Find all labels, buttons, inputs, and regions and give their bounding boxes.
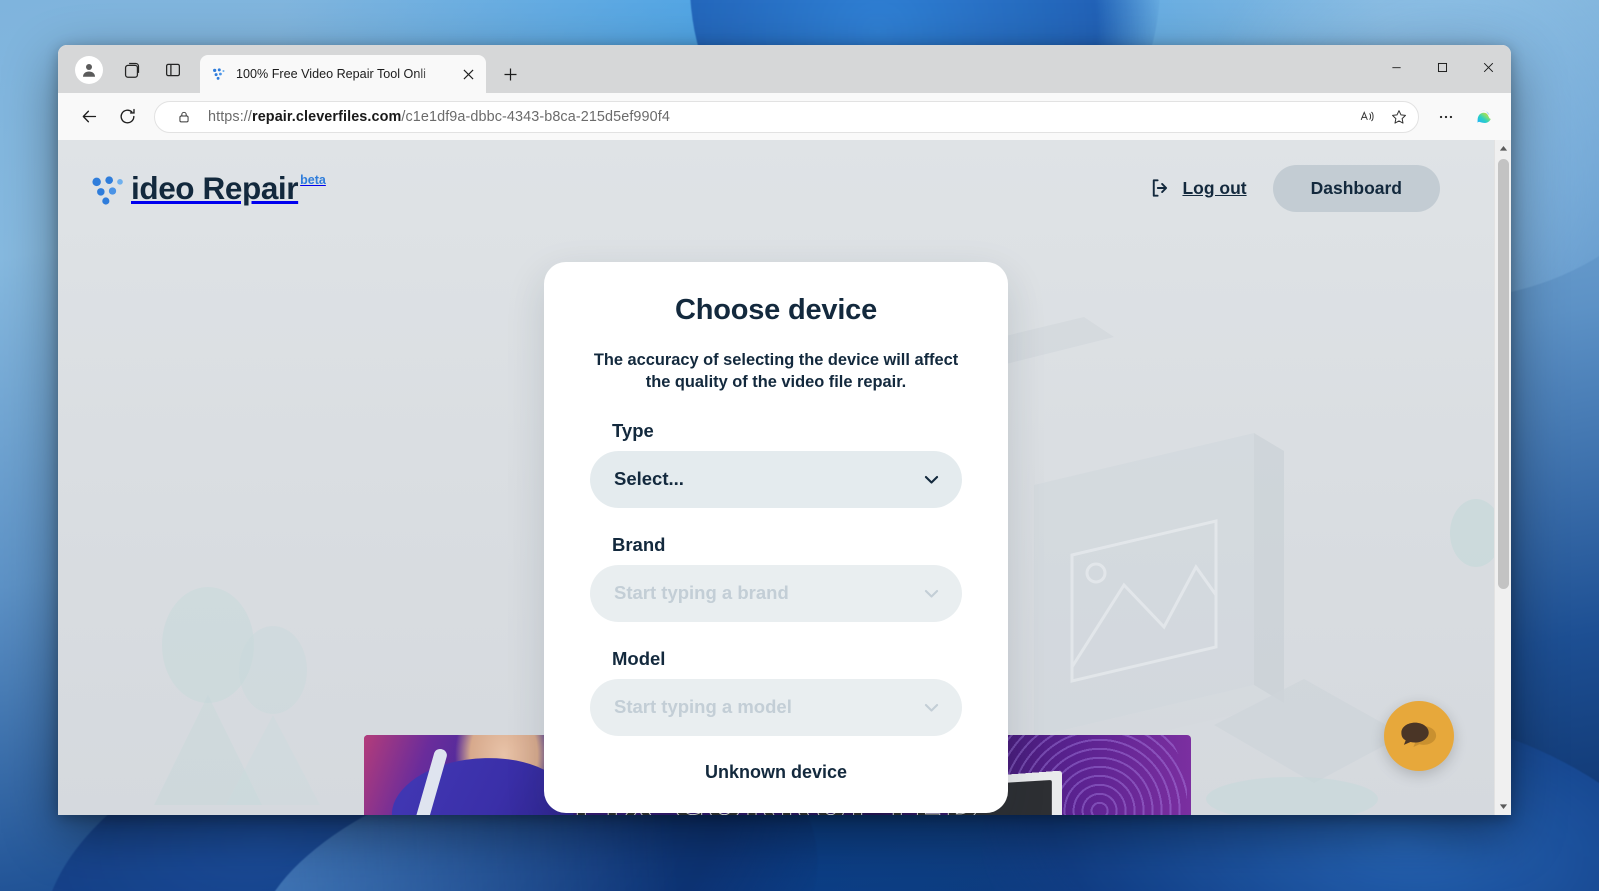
chat-bubbles-icon [1401,722,1437,747]
field-type: Type Select... [590,420,962,508]
plus-icon [504,68,516,80]
window-controls [1373,45,1511,89]
brand-input[interactable]: Start typing a brand [590,564,962,622]
type-select[interactable]: Select... [590,450,962,508]
profile-avatar-button[interactable] [70,51,108,89]
unknown-device-row: Unknown device [590,762,962,813]
copilot-button[interactable] [1467,101,1501,133]
model-input-placeholder: Start typing a model [614,696,792,718]
address-bar[interactable]: https://repair.cleverfiles.com/c1e1df9a-… [154,100,1419,133]
video-repair-v-dots-logo [92,175,123,205]
new-tab-button[interactable] [494,58,526,90]
chevron-down-icon [921,697,942,718]
model-label: Model [612,647,666,669]
video-repair-favicon [213,67,225,80]
site-header: ideo Repair beta Log out Dashboard [58,140,1494,236]
desktop-wallpaper: 100% Free Video Repair Tool Onli https:/… [0,0,1599,891]
chevron-down-icon [921,469,942,490]
close-window-button[interactable] [1465,45,1511,89]
modal-title: Choose device [674,294,878,326]
unknown-device-button[interactable]: Unknown device [705,762,847,783]
scroll-down-button[interactable] [1495,798,1512,815]
model-input[interactable]: Start typing a model [590,678,962,736]
tab-strip: 100% Free Video Repair Tool Onli [58,45,1511,93]
type-label: Type [612,419,654,441]
browser-window: 100% Free Video Repair Tool Onli https:/… [58,45,1511,815]
workspaces-icon [124,62,139,78]
copilot-icon [1477,110,1491,123]
tab-close-icon[interactable] [458,64,478,84]
refresh-icon [120,108,135,124]
browser-settings-menu-button[interactable] [1429,101,1463,133]
logout-icon [1153,179,1168,197]
navigation-toolbar: https://repair.cleverfiles.com/c1e1df9a-… [58,93,1511,140]
maximize-button[interactable] [1419,45,1465,89]
modal-subtitle: The accuracy of selecting the device wil… [593,351,959,392]
brand-label: Brand [612,533,666,555]
site-information-lock-icon[interactable] [169,103,199,131]
ellipsis-icon [1439,115,1453,118]
site-logo-beta-badge: beta [300,172,326,187]
chevron-down-icon [921,583,942,604]
choose-device-modal: Choose device The accuracy of selecting … [544,262,1008,813]
site-logo[interactable]: ideo Repair beta [90,169,326,208]
avatar [75,56,103,84]
site-logo-text: ideo Repair [131,169,299,206]
web-page: ideo Repair beta Log out Dashboard Choos… [58,140,1494,815]
read-aloud-icon[interactable] [1352,103,1382,131]
type-select-value: Select... [614,468,684,490]
scroll-up-button[interactable] [1495,140,1512,157]
split-screen-icon [165,63,181,77]
tab-actions-button[interactable] [154,51,192,89]
logout-link[interactable]: Log out [1149,177,1247,199]
browser-tab[interactable]: 100% Free Video Repair Tool Onli [200,55,486,93]
workspaces-button[interactable] [112,51,150,89]
chat-launcher-button[interactable] [1384,701,1454,771]
add-favorite-star-icon[interactable] [1384,103,1414,131]
back-button[interactable] [72,100,106,134]
scrollbar-thumb[interactable] [1498,159,1509,589]
site-header-actions: Log out Dashboard [1149,164,1440,212]
back-arrow-icon [82,110,96,123]
omnibox-icons [1352,103,1414,131]
page-viewport: ideo Repair beta Log out Dashboard Choos… [58,140,1511,815]
logout-label: Log out [1182,177,1247,198]
field-brand: Brand Start typing a brand [590,534,962,622]
refresh-button[interactable] [110,100,144,134]
field-model: Model Start typing a model [590,648,962,736]
url-text: https://repair.cleverfiles.com/c1e1df9a-… [208,108,670,125]
tab-title: 100% Free Video Repair Tool Onli [236,67,426,81]
page-scrollbar[interactable] [1494,140,1511,815]
dashboard-button[interactable]: Dashboard [1272,164,1440,212]
scrollbar-track[interactable] [1495,157,1511,798]
brand-input-placeholder: Start typing a brand [614,582,789,604]
minimize-button[interactable] [1373,45,1419,89]
